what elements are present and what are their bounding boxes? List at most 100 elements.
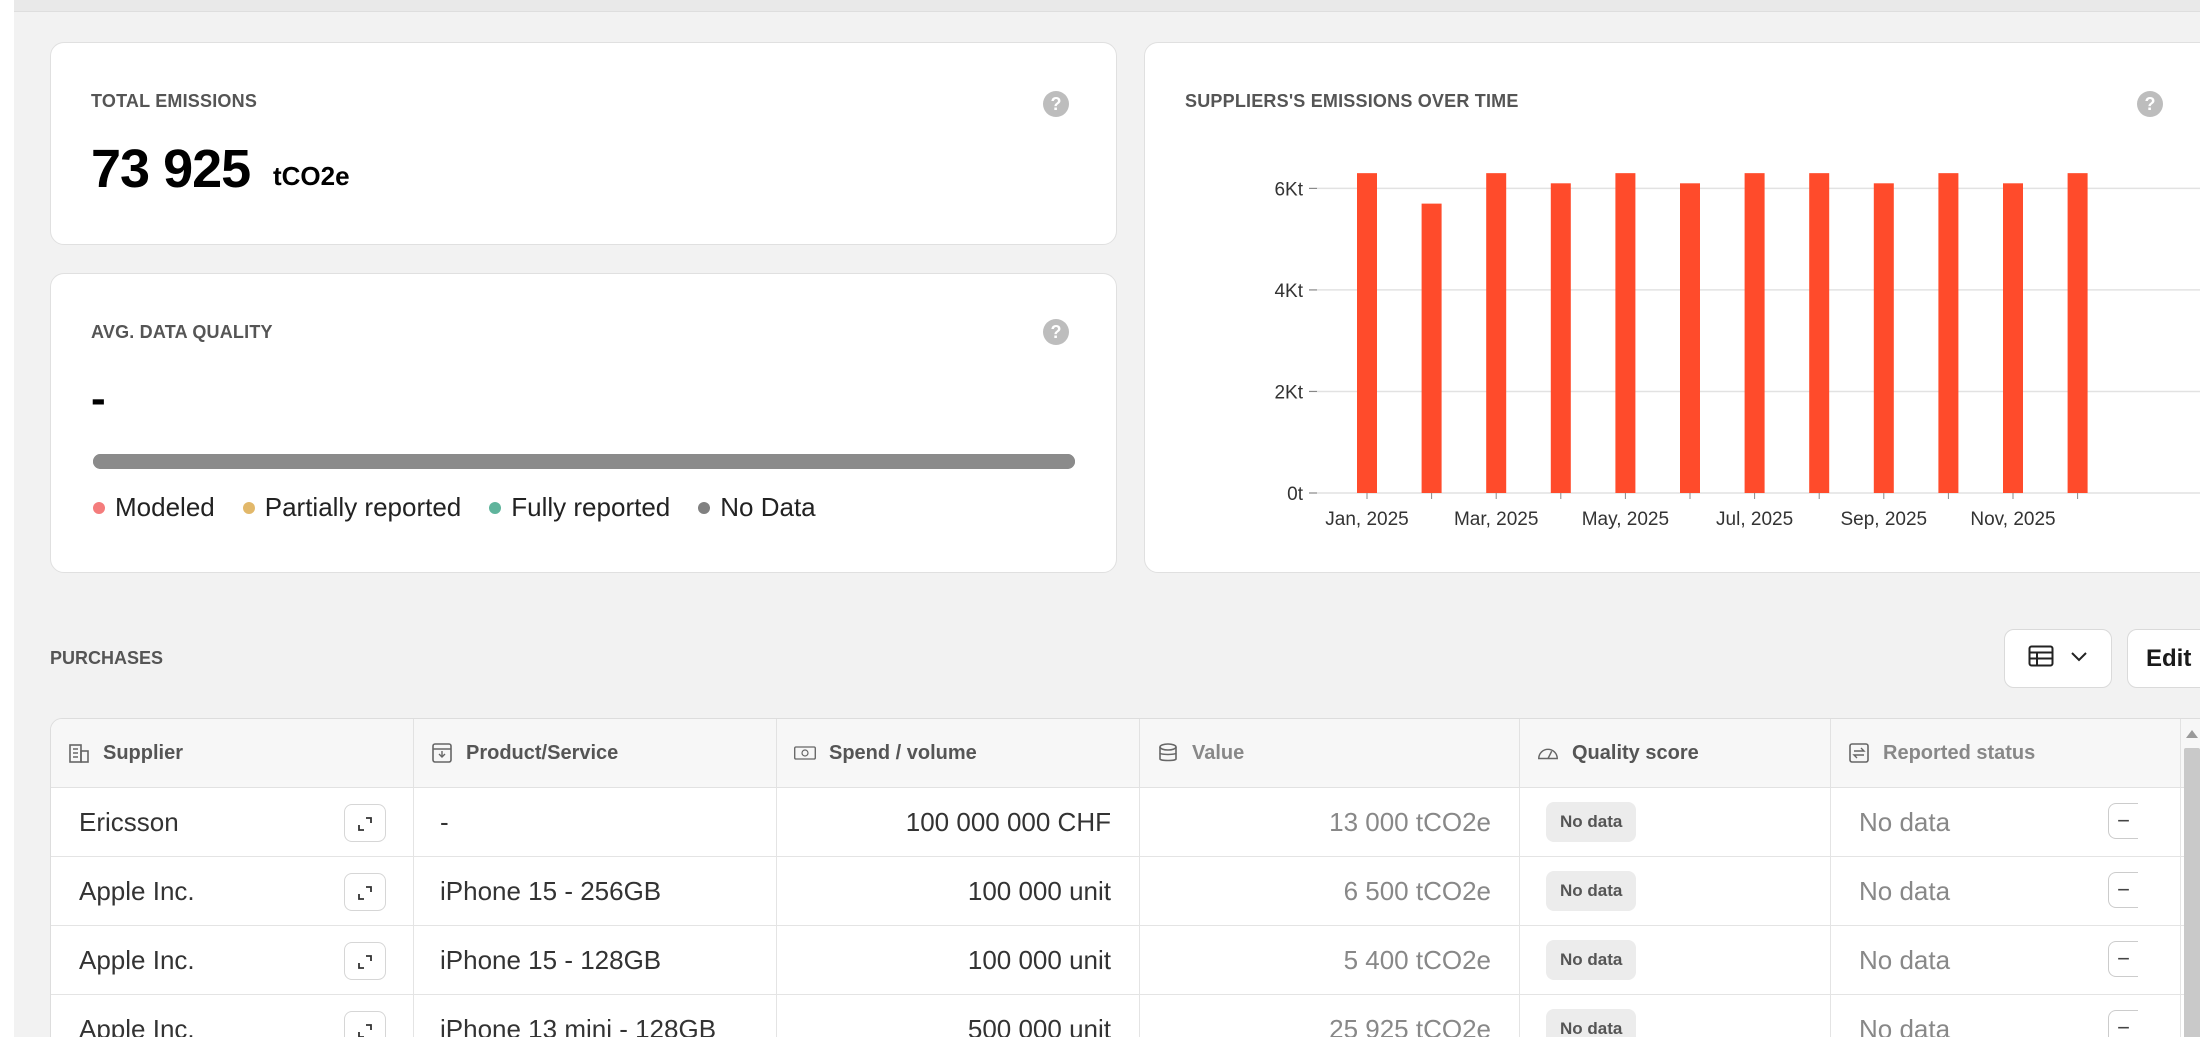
legend-dot: [93, 501, 105, 514]
supplier-cell: Apple Inc.: [51, 995, 414, 1037]
total-emissions-unit: tCO2e: [273, 161, 350, 191]
y-tick-label: 0t: [1287, 484, 1304, 505]
bar-oct-2025[interactable]: [1938, 173, 1959, 493]
table-header: Supplier Product/Service Spend / volume …: [51, 719, 2200, 788]
total-emissions-title: TOTAL EMISSIONS: [91, 91, 258, 111]
bar-jun-2025[interactable]: [1680, 183, 1700, 494]
column-header-label: Supplier: [103, 741, 184, 764]
column-header-label: Product/Service: [466, 741, 619, 764]
legend-dot: [242, 501, 255, 514]
product-cell: iPhone 15 - 256GB: [414, 857, 777, 925]
spend-cell: 100 000 000 CHF: [777, 788, 1140, 856]
expand-icon: [357, 877, 373, 908]
y-tick-label: 2Kt: [1274, 382, 1303, 403]
expand-button[interactable]: [344, 873, 386, 911]
legend-item-fully-reported: Fully reported: [489, 492, 670, 523]
column-header-supplier[interactable]: Supplier: [51, 719, 414, 787]
column-header-quality[interactable]: Quality score: [1520, 719, 1831, 787]
column-header-status[interactable]: Reported status: [1831, 719, 2181, 787]
legend-label: Fully reported: [511, 492, 671, 522]
quality-cell: No data: [1520, 788, 1831, 856]
data-quality-bar-fill: [93, 454, 1075, 469]
expand-button[interactable]: [344, 942, 386, 980]
column-header-label: Quality score: [1572, 741, 1699, 764]
table-view-button[interactable]: [2004, 629, 2112, 688]
bar-mar-2025[interactable]: [1486, 173, 1507, 493]
row-action-button[interactable]: −: [2108, 803, 2138, 839]
expand-button[interactable]: [344, 804, 386, 842]
table-row[interactable]: Apple Inc. iPhone 15 - 256GB 100 000 uni…: [51, 857, 2200, 926]
bar-aug-2025[interactable]: [1809, 173, 1830, 493]
quality-cell: No data: [1520, 926, 1831, 994]
box-icon: [430, 741, 454, 765]
legend-item-partially-reported: Partially reported: [242, 492, 462, 523]
data-quality-card: AVG. DATA QUALITY ? - Modeled Partially …: [50, 273, 1117, 573]
row-action-button[interactable]: −: [2108, 941, 2138, 977]
spend-cell: 100 000 unit: [777, 857, 1140, 925]
column-header-product[interactable]: Product/Service: [414, 719, 777, 787]
product-cell: iPhone 13 mini - 128GB: [414, 995, 777, 1037]
value-cell: 13 000 tCO2e: [1140, 788, 1520, 856]
quality-cell: No data: [1520, 995, 1831, 1037]
x-tick-label: Jul, 2025: [1716, 509, 1793, 530]
row-action-button[interactable]: −: [2108, 872, 2138, 908]
help-icon[interactable]: ?: [1043, 91, 1069, 117]
value-cell: 25 925 tCO2e: [1140, 995, 1520, 1037]
spend-cell: 500 000 unit: [777, 995, 1140, 1037]
top-border: [0, 0, 2200, 12]
table-row[interactable]: Apple Inc. iPhone 15 - 128GB 100 000 uni…: [51, 926, 2200, 995]
x-tick-label: Mar, 2025: [1454, 509, 1539, 530]
table-row[interactable]: Apple Inc. iPhone 13 mini - 128GB 500 00…: [51, 995, 2200, 1037]
column-header-spend[interactable]: Spend / volume: [777, 719, 1140, 787]
table-scrollbar[interactable]: [2184, 748, 2200, 1037]
scroll-up-arrow[interactable]: [2186, 730, 2198, 738]
column-header-label: Value: [1192, 741, 1245, 764]
bar-may-2025[interactable]: [1615, 173, 1636, 493]
building-icon: [67, 741, 91, 765]
column-header-value[interactable]: Value: [1140, 719, 1520, 787]
column-header-label: Reported status: [1883, 741, 2036, 764]
bar-jan-2025[interactable]: [1357, 173, 1377, 493]
bar-jul-2025[interactable]: [1744, 173, 1765, 493]
expand-icon: [357, 1015, 373, 1037]
swap-icon: [1847, 741, 1871, 765]
left-edge: [0, 0, 14, 1037]
legend-label: Partially reported: [264, 492, 462, 522]
total-emissions-value: 73 925: [91, 139, 251, 199]
value-cell: 6 500 tCO2e: [1140, 857, 1520, 925]
emissions-bar-chart: 0t 2Kt 4Kt 6Kt Jan, 2025 Mar, 2025 May, 2025 Ju…: [1274, 173, 2200, 530]
help-icon[interactable]: ?: [1043, 319, 1069, 345]
legend-dot: [698, 501, 711, 514]
value-cell: 5 400 tCO2e: [1140, 926, 1520, 994]
legend-item-no-data: No Data: [698, 492, 816, 523]
quality-badge: No data: [1546, 871, 1637, 911]
column-header-label: Spend / volume: [829, 741, 977, 764]
bar-dec-2025[interactable]: [2067, 173, 2088, 493]
legend-item-modeled: Modeled: [93, 492, 215, 523]
data-quality-value: -: [91, 374, 106, 423]
y-tick-label: 4Kt: [1274, 281, 1303, 302]
x-tick-label: May, 2025: [1582, 509, 1669, 530]
legend-label: No Data: [720, 492, 816, 522]
expand-button[interactable]: [344, 1011, 386, 1037]
gauge-icon: [1536, 741, 1560, 765]
money-icon: [793, 741, 817, 765]
spend-cell: 100 000 unit: [777, 926, 1140, 994]
supplier-name: Apple Inc.: [79, 944, 195, 975]
quality-badge: No data: [1546, 1009, 1637, 1037]
table-row[interactable]: Ericsson - 100 000 000 CHF 13 000 tCO2e …: [51, 788, 2200, 857]
expand-icon: [357, 808, 373, 839]
supplier-name: Apple Inc.: [79, 875, 195, 906]
bar-nov-2025[interactable]: [2003, 183, 2023, 494]
quality-badge: No data: [1546, 802, 1637, 842]
bar-feb-2025[interactable]: [1421, 203, 1442, 493]
edit-button[interactable]: Edit: [2127, 629, 2200, 688]
x-tick-label: Sep, 2025: [1840, 509, 1927, 530]
product-cell: iPhone 15 - 128GB: [414, 926, 777, 994]
row-action-button[interactable]: −: [2108, 1010, 2138, 1037]
y-tick-label: 6Kt: [1274, 179, 1303, 200]
supplier-name: Apple Inc.: [79, 1013, 195, 1037]
total-emissions-card: TOTAL EMISSIONS ? 73 925 tCO2e: [50, 42, 1117, 245]
bar-apr-2025[interactable]: [1550, 183, 1571, 494]
bar-sep-2025[interactable]: [1873, 183, 1894, 494]
